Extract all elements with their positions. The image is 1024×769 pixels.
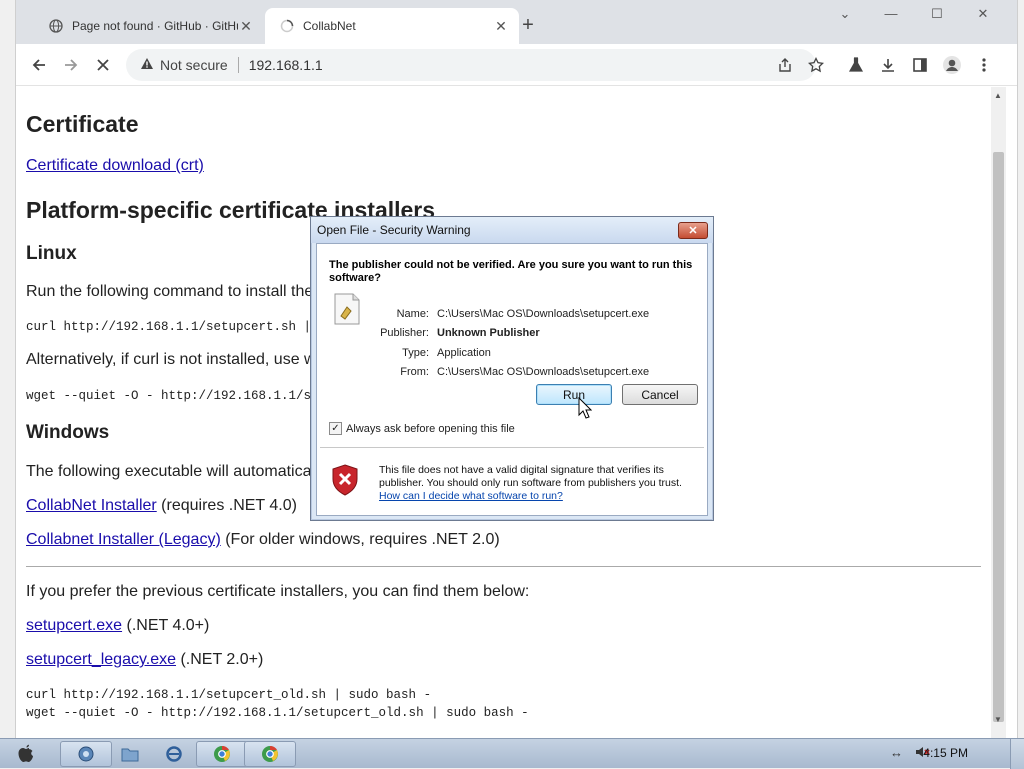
collabnet-installer-link[interactable]: CollabNet Installer	[26, 497, 157, 514]
run-button[interactable]: Run	[536, 384, 612, 405]
always-ask-label[interactable]: Always ask before opening this file	[346, 423, 515, 435]
loading-spinner-icon	[279, 18, 295, 34]
url-text[interactable]: 192.168.1.1	[249, 57, 323, 73]
linux-text: Run the following command to install the	[26, 283, 314, 300]
linux-wget-command: wget --quiet -O - http://192.168.1.1/set	[26, 389, 327, 403]
certificate-download-link[interactable]: Certificate download (crt)	[26, 157, 204, 174]
more-menu-icon[interactable]	[972, 53, 996, 77]
desktop: Page not found · GitHub · GitHub ✕ Colla…	[0, 0, 1024, 769]
maximize-button[interactable]: ☐	[914, 6, 960, 26]
publisher-label: Publisher:	[380, 327, 429, 339]
share-icon[interactable]	[773, 53, 797, 77]
tab-strip: Page not found · GitHub · GitHub ✕ Colla…	[16, 0, 1017, 44]
linux-curl-command: curl http://192.168.1.1/setupcert.sh | s	[26, 320, 327, 334]
setupcert-legacy-note: (.NET 2.0+)	[176, 651, 264, 668]
dialog-title: Open File - Security Warning	[317, 223, 471, 237]
setupcert-note: (.NET 4.0+)	[122, 617, 210, 634]
stop-loading-button[interactable]	[90, 52, 116, 78]
lab-flask-icon[interactable]	[844, 53, 868, 77]
dialog-close-button[interactable]: ✕	[678, 222, 708, 239]
scrollbar-thumb[interactable]	[993, 152, 1004, 722]
old-wget-command: wget --quiet -O - http://192.168.1.1/set…	[26, 706, 529, 720]
chrome-taskbar-icon[interactable]	[196, 741, 248, 767]
download-icon[interactable]	[876, 53, 900, 77]
show-desktop-button[interactable]	[1010, 739, 1024, 769]
taskbar: ↔ 4:15 PM	[0, 738, 1024, 769]
start-apple-icon[interactable]	[6, 741, 46, 767]
tab-title: Page not found · GitHub · GitHub	[72, 19, 238, 33]
setupcert-legacy-exe-link[interactable]: setupcert_legacy.exe	[26, 651, 176, 668]
dialog-titlebar[interactable]: Open File - Security Warning	[311, 217, 713, 243]
close-tab-icon[interactable]: ✕	[493, 18, 509, 34]
network-icon[interactable]: ↔	[890, 745, 903, 760]
tab-collabnet[interactable]: CollabNet ✕	[265, 8, 519, 44]
bookmark-star-icon[interactable]	[804, 53, 828, 77]
paragraph: Certificate download (crt)	[26, 157, 204, 175]
taskbar-clock[interactable]: 4:15 PM	[923, 746, 968, 760]
old-curl-command: curl http://192.168.1.1/setupcert_old.sh…	[26, 688, 432, 702]
cancel-button[interactable]: Cancel	[622, 384, 698, 405]
collabnet-legacy-installer-link[interactable]: Collabnet Installer (Legacy)	[26, 531, 221, 548]
divider	[237, 57, 239, 73]
tab-search-icon[interactable]: ⌄	[822, 6, 868, 26]
browser-toolbar: Not secure 192.168.1.1	[16, 44, 1017, 86]
always-ask-checkbox[interactable]: ✓	[329, 422, 342, 435]
heading-certificate: Certificate	[26, 111, 139, 137]
name-label: Name:	[396, 308, 429, 320]
dialog-separator	[320, 447, 704, 448]
always-ask-row[interactable]: ✓ Always ask before opening this file	[329, 422, 515, 435]
legacy-installer-line: Collabnet Installer (Legacy) (For older …	[26, 531, 500, 549]
from-label: From:	[400, 366, 429, 378]
security-shield-icon	[331, 464, 359, 496]
close-tab-icon[interactable]: ✕	[238, 18, 254, 34]
vertical-scrollbar[interactable]: ▲ ▼	[991, 87, 1006, 738]
tab-github[interactable]: Page not found · GitHub · GitHub ✕	[34, 8, 264, 44]
address-bar[interactable]: Not secure 192.168.1.1	[126, 49, 816, 81]
name-value: C:\Users\Mac OS\Downloads\setupcert.exe	[437, 308, 650, 320]
cancel-button-label: Cancel	[641, 387, 679, 402]
from-value: C:\Users\Mac OS\Downloads\setupcert.exe	[437, 366, 650, 378]
dialog-warning: This file does not have a valid digital …	[379, 464, 699, 503]
close-window-button[interactable]: ✕	[960, 6, 1006, 26]
chrome-window-taskbar-icon[interactable]	[244, 741, 296, 767]
ie-browser-icon[interactable]	[148, 741, 200, 767]
warning-text: This file does not have a valid digital …	[379, 464, 682, 489]
installer-line: CollabNet Installer (requires .NET 4.0)	[26, 497, 297, 515]
warning-triangle-icon[interactable]	[140, 57, 154, 73]
scroll-up-arrow-icon[interactable]: ▲	[994, 91, 1002, 100]
security-warning-dialog: Open File - Security Warning ✕ The publi…	[310, 216, 714, 521]
horizontal-rule	[26, 566, 981, 567]
tab-title: CollabNet	[303, 19, 356, 33]
setupcert-line: setupcert.exe (.NET 4.0+)	[26, 617, 209, 635]
forward-button[interactable]	[58, 52, 84, 78]
help-link[interactable]: How can I decide what software to run?	[379, 490, 563, 502]
dialog-question: The publisher could not be verified. Are…	[329, 259, 693, 284]
profile-avatar-icon[interactable]	[940, 53, 964, 77]
setupcert-legacy-line: setupcert_legacy.exe (.NET 2.0+)	[26, 651, 263, 669]
back-button[interactable]	[26, 52, 52, 78]
heading-windows: Windows	[26, 422, 110, 443]
heading-linux: Linux	[26, 243, 77, 264]
side-panel-icon[interactable]	[908, 53, 932, 77]
installer-note: (requires .NET 4.0)	[156, 497, 297, 514]
windows-text: The following executable will automatica	[26, 463, 312, 480]
globe-icon	[48, 18, 64, 34]
type-label: Type:	[402, 347, 429, 359]
alternative-text: Alternatively, if curl is not installed,…	[26, 351, 316, 368]
dialog-body: The publisher could not be verified. Are…	[316, 243, 708, 516]
setupcert-exe-link[interactable]: setupcert.exe	[26, 617, 122, 634]
previous-installers-text: If you prefer the previous certificate i…	[26, 583, 530, 600]
mouse-cursor-icon	[578, 397, 592, 419]
type-value: Application	[437, 347, 491, 359]
minimize-button[interactable]: —	[868, 6, 914, 26]
scroll-down-arrow-icon[interactable]: ▼	[994, 715, 1002, 724]
new-tab-button[interactable]: +	[516, 14, 540, 38]
legacy-note: (For older windows, requires .NET 2.0)	[220, 531, 500, 548]
publisher-value: Unknown Publisher	[437, 327, 540, 339]
security-label[interactable]: Not secure	[160, 57, 228, 73]
